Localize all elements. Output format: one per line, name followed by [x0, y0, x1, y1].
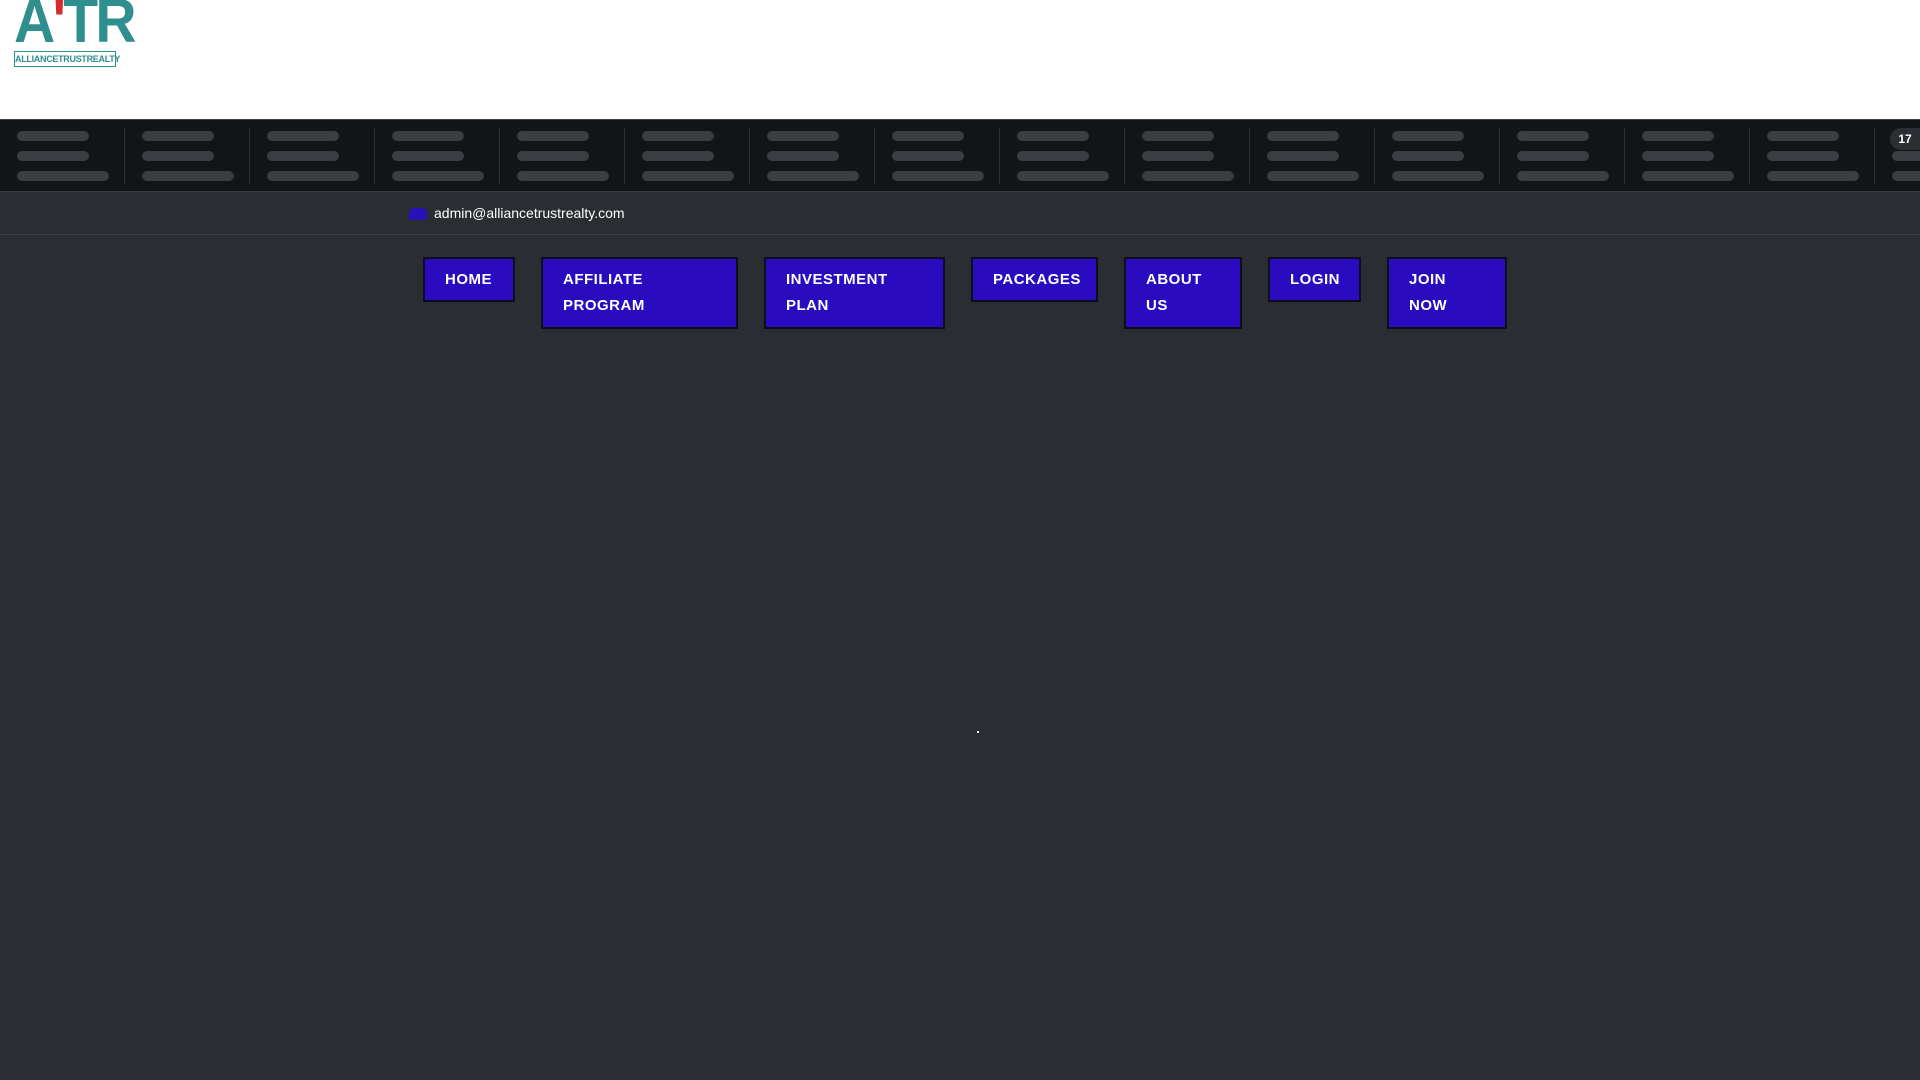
ticker-skeleton-pill: [392, 131, 464, 141]
ticker-skeleton-pill: [642, 171, 734, 181]
nav-join-now-button[interactable]: JOIN NOW: [1387, 257, 1507, 329]
nav-home-button[interactable]: HOME: [423, 257, 515, 302]
ticker-skeleton-pill: [1892, 151, 1920, 161]
ticker-skeleton-pill: [642, 151, 714, 161]
ticker-skeleton-pill: [1392, 171, 1484, 181]
ticker-skeleton-pill: [892, 171, 984, 181]
ticker-skeleton-pill: [1767, 171, 1859, 181]
ticker-skeleton-pill: [1517, 151, 1589, 161]
ticker-skeleton-pill: [517, 131, 589, 141]
ticker-item[interactable]: [1375, 128, 1500, 184]
ticker-item[interactable]: [500, 128, 625, 184]
logo-letters: A'TR: [14, 0, 137, 53]
ticker-skeleton-pill: [142, 171, 234, 181]
nav-about-us-button[interactable]: ABOUT US: [1124, 257, 1242, 329]
ticker-skeleton-pill: [767, 171, 859, 181]
ticker-skeleton-pill: [267, 131, 339, 141]
ticker-skeleton-pill: [267, 151, 339, 161]
nav-affiliate-program-button[interactable]: AFFILIATE PROGRAM: [541, 257, 738, 329]
logo-tagline: ALLIANCETRUSTREALTY: [14, 51, 120, 67]
ticker-skeleton-pill: [892, 151, 964, 161]
ticker-skeleton-pill: [1767, 151, 1839, 161]
ticker-skeleton-pill: [1642, 151, 1714, 161]
ticker-skeleton-pill: [1642, 171, 1734, 181]
ticker-skeleton-pill: [142, 151, 214, 161]
ticker-skeleton-pill: [17, 151, 89, 161]
site-header: A'TR ALLIANCETRUSTREALTY: [0, 0, 1920, 119]
ticker-skeleton-pill: [1392, 131, 1464, 141]
tradingview-logo-icon[interactable]: 17: [1890, 128, 1920, 150]
ticker-skeleton-pill: [892, 131, 964, 141]
ticker-skeleton-pill: [392, 151, 464, 161]
nav-login-button[interactable]: LOGIN: [1268, 257, 1361, 302]
site-logo[interactable]: A'TR ALLIANCETRUSTREALTY: [14, 0, 137, 68]
ticker-item[interactable]: [250, 128, 375, 184]
ticker-item[interactable]: [1500, 128, 1625, 184]
ticker-skeleton-pill: [1267, 171, 1359, 181]
ticker-skeleton-pill: [1517, 131, 1589, 141]
logo-letters-tr: TR: [63, 0, 136, 56]
ticker-skeleton-pill: [17, 131, 89, 141]
ticker-skeleton-pill: [517, 151, 589, 161]
ticker-item[interactable]: [750, 128, 875, 184]
ticker-skeleton-pill: [517, 171, 609, 181]
ticker-tape: [0, 119, 1920, 192]
ticker-item[interactable]: [125, 128, 250, 184]
ticker-item[interactable]: [1625, 128, 1750, 184]
ticker-item[interactable]: [625, 128, 750, 184]
ticker-item[interactable]: [375, 128, 500, 184]
ticker-item[interactable]: [1000, 128, 1125, 184]
ticker-item[interactable]: [1250, 128, 1375, 184]
ticker-skeleton-pill: [1642, 131, 1714, 141]
ticker-item[interactable]: [875, 128, 1000, 184]
ticker-skeleton-pill: [1142, 171, 1234, 181]
logo-letter-a: A: [14, 0, 55, 56]
ticker-skeleton-pill: [1142, 151, 1214, 161]
ticker-skeleton-pill: [267, 171, 359, 181]
ticker-skeleton-pill: [1142, 131, 1214, 141]
ticker-skeleton-pill: [17, 171, 109, 181]
ticker-skeleton-pill: [1267, 131, 1339, 141]
loading-dot: [977, 731, 979, 733]
envelope-icon: [409, 208, 427, 220]
ticker-skeleton-pill: [1517, 171, 1609, 181]
nav-packages-button[interactable]: PACKAGES: [971, 257, 1098, 302]
ticker-skeleton-pill: [1267, 151, 1339, 161]
logo-accent: ': [52, 0, 66, 56]
ticker-skeleton-pill: [142, 131, 214, 141]
ticker-item[interactable]: [1125, 128, 1250, 184]
ticker-item[interactable]: [0, 128, 125, 184]
ticker-skeleton-pill: [1017, 131, 1089, 141]
ticker-skeleton-pill: [1892, 171, 1920, 181]
ticker-item[interactable]: [1750, 128, 1875, 184]
contact-email[interactable]: admin@alliancetrustrealty.com: [434, 204, 625, 222]
ticker-skeleton-pill: [767, 131, 839, 141]
ticker-skeleton-pill: [767, 151, 839, 161]
contact-bar: admin@alliancetrustrealty.com: [0, 192, 1920, 235]
ticker-skeleton-pill: [392, 171, 484, 181]
ticker-skeleton-pill: [1767, 131, 1839, 141]
ticker-skeleton-pill: [1017, 171, 1109, 181]
ticker-skeleton-pill: [1017, 151, 1089, 161]
ticker-skeleton-pill: [1392, 151, 1464, 161]
ticker-skeleton-pill: [642, 131, 714, 141]
nav-investment-plan-button[interactable]: INVESTMENT PLAN: [764, 257, 945, 329]
